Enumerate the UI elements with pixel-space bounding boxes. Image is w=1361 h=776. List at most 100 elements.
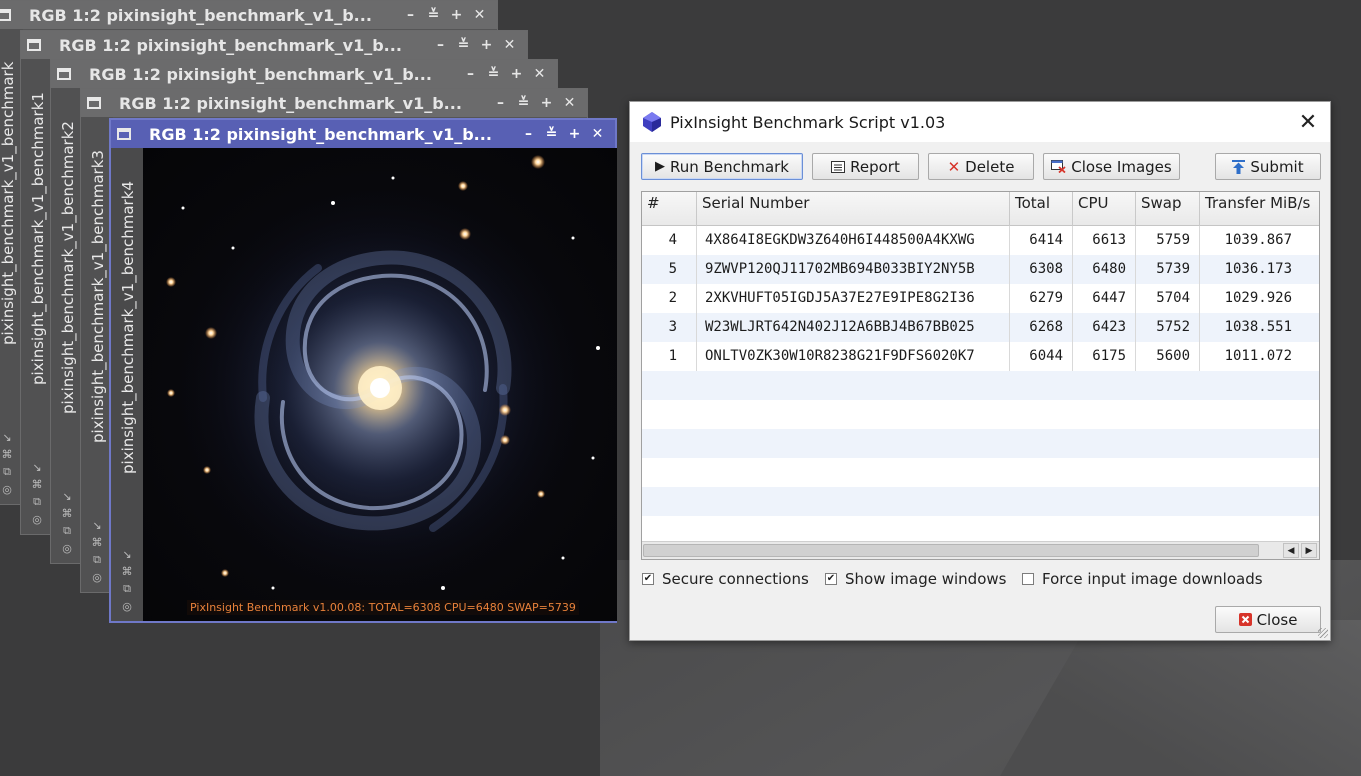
run-benchmark-button[interactable]: ▶ Run Benchmark [641, 153, 803, 180]
column-header-total[interactable]: Total [1010, 192, 1073, 226]
image-window-titlebar[interactable]: RGB 1:2 pixinsight_benchmark_v1_b... – ≚… [0, 1, 497, 29]
maximize-icon[interactable]: + [535, 95, 558, 111]
view-identifier-tab[interactable]: pixinsight_benchmark_v1_benchmark4 [119, 154, 137, 474]
cell-serial: 9ZWVP120QJ11702MB694B033BIY2NY5B [697, 255, 1010, 284]
copy-icon[interactable]: ⧉ [3, 465, 11, 479]
shade-icon[interactable]: ≚ [482, 66, 505, 82]
maximize-icon[interactable]: + [563, 126, 586, 142]
window-menu-icon[interactable] [57, 68, 71, 80]
dialog-titlebar[interactable]: PixInsight Benchmark Script v1.03 ✕ [630, 102, 1330, 142]
view-identifier-tab[interactable]: pixinsight_benchmark_v1_benchmark1 [29, 65, 47, 385]
image-window-titlebar[interactable]: RGB 1:2 pixinsight_benchmark_v1_b... – ≚… [111, 120, 615, 148]
scroll-right-icon[interactable]: ▶ [1301, 543, 1317, 558]
minimize-icon[interactable]: – [429, 37, 452, 53]
image-window-titlebar[interactable]: RGB 1:2 pixinsight_benchmark_v1_b... – ≚… [51, 60, 557, 88]
link-icon[interactable]: ⌘ [2, 448, 13, 461]
copy-icon[interactable]: ⧉ [123, 582, 131, 596]
image-window-titlebar[interactable]: RGB 1:2 pixinsight_benchmark_v1_b... – ≚… [21, 31, 527, 59]
target-icon[interactable]: ◎ [32, 513, 42, 526]
image-window-4-active[interactable]: RGB 1:2 pixinsight_benchmark_v1_b... – ≚… [109, 118, 617, 623]
link-icon[interactable]: ⌘ [122, 565, 133, 578]
table-row[interactable]: 3 W23WLJRT642N402J12A6BBJ4B67BB025 6268 … [642, 313, 1319, 342]
results-table[interactable]: # Serial Number Total CPU Swap Transfer … [641, 191, 1320, 560]
report-button[interactable]: Report [812, 153, 919, 180]
column-header-cpu[interactable]: CPU [1073, 192, 1136, 226]
scrollbar-thumb[interactable] [643, 544, 1259, 557]
table-row[interactable]: 1 ONLTV0ZK30W10R8238G21F9DFS6020K7 6044 … [642, 342, 1319, 371]
column-header-serial[interactable]: Serial Number [697, 192, 1010, 226]
column-header-transfer[interactable]: Transfer MiB/s [1200, 192, 1319, 226]
table-row[interactable]: 2 2XKVHUFT05IGDJ5A37E27E9IPE8G2I36 6279 … [642, 284, 1319, 313]
target-icon[interactable]: ◎ [2, 483, 12, 496]
view-identifier-tab[interactable]: pixinsight_benchmark_v1_benchmark2 [59, 94, 77, 414]
resize-grip[interactable] [1318, 628, 1328, 638]
minimize-icon[interactable]: – [459, 66, 482, 82]
window-menu-icon[interactable] [87, 97, 101, 109]
target-icon[interactable]: ◎ [62, 542, 72, 555]
minimize-icon[interactable]: – [489, 95, 512, 111]
scroll-left-icon[interactable]: ◀ [1283, 543, 1299, 558]
window-menu-icon[interactable] [27, 39, 41, 51]
secure-connections-checkbox[interactable]: ✔ Secure connections [642, 570, 809, 588]
galaxy-image[interactable]: PixInsight Benchmark v1.00.08: TOTAL=630… [143, 148, 617, 621]
submit-button[interactable]: Submit [1215, 153, 1321, 180]
minimize-icon[interactable]: – [399, 7, 422, 23]
arrow-icon[interactable]: ↘ [122, 548, 131, 561]
target-icon[interactable]: ◎ [92, 571, 102, 584]
view-identifier-tab[interactable]: pixinsight_benchmark_v1_benchmark3 [89, 123, 107, 443]
copy-icon[interactable]: ⧉ [93, 553, 101, 567]
options-row: ✔ Secure connections ✔ Show image window… [642, 570, 1318, 590]
copy-icon[interactable]: ⧉ [33, 495, 41, 509]
cell-cpu: 6175 [1073, 342, 1136, 371]
horizontal-scrollbar[interactable]: ◀ ▶ [642, 541, 1319, 559]
view-identifier-tab[interactable]: pixinsight_benchmark_v1_benchmark [0, 35, 17, 345]
close-icon[interactable]: ✕ [528, 66, 551, 82]
cell-total: 6414 [1010, 226, 1073, 255]
checkbox-checked-icon[interactable]: ✔ [825, 573, 837, 585]
target-icon[interactable]: ◎ [122, 600, 132, 613]
cell-swap: 5600 [1136, 342, 1200, 371]
force-downloads-checkbox[interactable]: Force input image downloads [1022, 570, 1263, 588]
arrow-icon[interactable]: ↘ [62, 490, 71, 503]
close-icon[interactable]: ✕ [586, 126, 609, 142]
table-row-empty [642, 400, 1319, 429]
link-icon[interactable]: ⌘ [32, 478, 43, 491]
link-icon[interactable]: ⌘ [62, 507, 73, 520]
close-icon[interactable]: ✕ [468, 7, 491, 23]
column-header-swap[interactable]: Swap [1136, 192, 1200, 226]
window-menu-icon[interactable] [117, 128, 131, 140]
arrow-icon[interactable]: ↘ [2, 431, 11, 444]
delete-label: Delete [965, 157, 1015, 176]
arrow-icon[interactable]: ↘ [92, 519, 101, 532]
column-header-number[interactable]: # [642, 192, 697, 226]
table-row[interactable]: 5 9ZWVP120QJ11702MB694B033BIY2NY5B 6308 … [642, 255, 1319, 284]
copy-icon[interactable]: ⧉ [63, 524, 71, 538]
image-window-titlebar[interactable]: RGB 1:2 pixinsight_benchmark_v1_b... – ≚… [81, 89, 587, 117]
shade-icon[interactable]: ≚ [422, 7, 445, 23]
force-downloads-label: Force input image downloads [1042, 570, 1263, 588]
arrow-icon[interactable]: ↘ [32, 461, 41, 474]
close-button[interactable]: Close [1215, 606, 1321, 633]
cell-swap: 5759 [1136, 226, 1200, 255]
dialog-close-icon[interactable]: ✕ [1286, 102, 1330, 142]
maximize-icon[interactable]: + [445, 7, 468, 23]
close-icon[interactable]: ✕ [498, 37, 521, 53]
checkbox-unchecked-icon[interactable] [1022, 573, 1034, 585]
link-icon[interactable]: ⌘ [92, 536, 103, 549]
checkbox-checked-icon[interactable]: ✔ [642, 573, 654, 585]
shade-icon[interactable]: ≚ [540, 126, 563, 142]
maximize-icon[interactable]: + [475, 37, 498, 53]
window-menu-icon[interactable] [0, 9, 11, 21]
show-image-windows-checkbox[interactable]: ✔ Show image windows [825, 570, 1006, 588]
shade-icon[interactable]: ≚ [452, 37, 475, 53]
minimize-icon[interactable]: – [517, 126, 540, 142]
maximize-icon[interactable]: + [505, 66, 528, 82]
cell-total: 6268 [1010, 313, 1073, 342]
close-icon[interactable]: ✕ [558, 95, 581, 111]
report-icon [831, 160, 846, 173]
close-images-button[interactable]: Close Images [1043, 153, 1180, 180]
table-row[interactable]: 4 4X864I8EGKDW3Z640H6I448500A4KXWG 6414 … [642, 226, 1319, 255]
delete-button[interactable]: ✕ Delete [928, 153, 1034, 180]
shade-icon[interactable]: ≚ [512, 95, 535, 111]
galaxy-illustration [166, 155, 600, 598]
